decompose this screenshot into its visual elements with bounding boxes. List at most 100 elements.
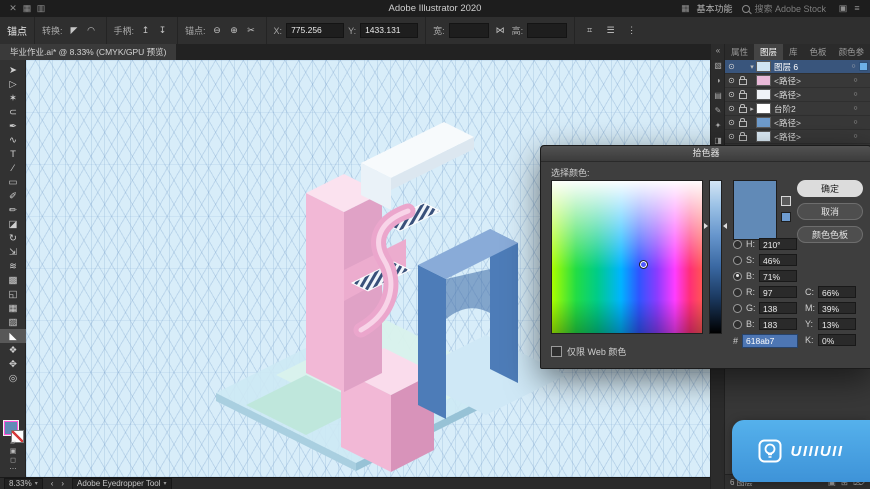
panel-tab-图层[interactable]: 图层: [754, 44, 784, 60]
arrange-icon[interactable]: ▣: [836, 3, 850, 14]
visibility-eye-icon[interactable]: ⊙: [725, 104, 738, 113]
slider-marker-right-icon[interactable]: [723, 223, 727, 229]
pencil-tool[interactable]: ✏: [0, 203, 26, 217]
draw-normal-icon[interactable]: ▱: [10, 438, 15, 446]
toolbar-more-icon[interactable]: ⋯: [10, 465, 17, 473]
width-tool[interactable]: ≋: [0, 259, 26, 273]
line-segment-tool[interactable]: ∕: [0, 161, 26, 175]
field-value-input[interactable]: 39%: [818, 302, 856, 314]
layer-row[interactable]: ⊙ <路径> ○: [725, 116, 870, 130]
layout-icon[interactable]: ▥: [34, 3, 48, 14]
lock-cell[interactable]: [738, 104, 748, 113]
ok-button[interactable]: 确定: [797, 180, 863, 197]
panel-tab-属性[interactable]: 属性: [725, 44, 754, 60]
visibility-eye-icon[interactable]: ⊙: [725, 118, 738, 127]
field-value-input[interactable]: 138: [759, 302, 797, 314]
prev-artboard-icon[interactable]: ‹: [51, 479, 54, 488]
panel-tab-库[interactable]: 库: [783, 44, 804, 60]
color-spectrum-field[interactable]: [551, 180, 703, 334]
target-circle-icon[interactable]: ○: [851, 77, 860, 84]
spectrum-marker[interactable]: [639, 260, 648, 270]
lock-cell[interactable]: [738, 76, 748, 85]
target-circle-icon[interactable]: ○: [849, 63, 858, 70]
convert-to-corner-icon[interactable]: ◤: [67, 23, 82, 38]
draw-inside-icon[interactable]: ◻: [10, 456, 16, 464]
field-value-input[interactable]: 71%: [759, 270, 797, 282]
cancel-button[interactable]: 取消: [797, 203, 863, 220]
lock-cell[interactable]: [738, 118, 748, 127]
blend-tool[interactable]: ❖: [0, 343, 26, 357]
grid-icon[interactable]: ▦: [20, 3, 34, 14]
radio-R[interactable]: [733, 287, 742, 297]
layer-row[interactable]: ⊙ <路径> ○: [725, 74, 870, 88]
disclosure-icon[interactable]: ▾: [748, 63, 756, 71]
target-circle-icon[interactable]: ○: [851, 133, 860, 140]
field-value-input[interactable]: 13%: [818, 318, 856, 330]
document-tab[interactable]: 毕业作业.ai* @ 8.33% (CMYK/GPU 预览): [0, 44, 177, 60]
workspace-switcher[interactable]: ▦ 基本功能: [678, 2, 732, 15]
y-input[interactable]: 1433.131: [360, 23, 419, 38]
hide-handles-icon[interactable]: ↧: [155, 23, 170, 38]
magic-wand-tool[interactable]: ✶: [0, 91, 26, 105]
radio-B[interactable]: [733, 271, 742, 281]
radio-G[interactable]: [733, 303, 742, 313]
snap-grid-icon[interactable]: ⌗: [582, 23, 597, 38]
color-swatches-button[interactable]: 颜色色板: [797, 226, 863, 243]
zoom-selector[interactable]: 8.33% ▾: [4, 477, 43, 489]
remove-anchor-icon[interactable]: ⊖: [210, 23, 225, 38]
zoom-tool[interactable]: ◎: [0, 371, 26, 385]
layer-row[interactable]: ⊙ ▾ 图层 6 ○: [725, 60, 870, 74]
eraser-tool[interactable]: ◪: [0, 217, 26, 231]
scale-tool[interactable]: ⇲: [0, 245, 26, 259]
type-tool[interactable]: T: [0, 147, 26, 161]
field-value-input[interactable]: 97: [759, 286, 797, 298]
slider-marker-left-icon[interactable]: [704, 223, 708, 229]
x-input[interactable]: 775.256: [286, 23, 345, 38]
dialog-title-bar[interactable]: 拾色器: [541, 146, 870, 162]
target-circle-icon[interactable]: ○: [851, 91, 860, 98]
options-icon[interactable]: ☰: [603, 23, 618, 38]
stock-search[interactable]: 搜索 Adobe Stock: [742, 2, 826, 15]
closest-web-color-swatch[interactable]: [781, 212, 791, 222]
radio-B[interactable]: [733, 319, 742, 329]
visibility-eye-icon[interactable]: ⊙: [725, 62, 738, 71]
layer-row[interactable]: ⊙ ▸ 台阶2 ○: [725, 102, 870, 116]
status-tool-selector[interactable]: Adobe Eyedropper Tool ▾: [72, 477, 172, 489]
cut-path-icon[interactable]: ✂: [244, 23, 259, 38]
more-options-icon[interactable]: ⋮: [624, 23, 639, 38]
hex-input[interactable]: 618ab7: [742, 334, 799, 348]
target-circle-icon[interactable]: ○: [851, 105, 860, 112]
disclosure-icon[interactable]: ▸: [748, 105, 756, 113]
height-input[interactable]: [527, 23, 568, 38]
curvature-tool[interactable]: ∿: [0, 133, 26, 147]
paintbrush-tool[interactable]: ✐: [0, 189, 26, 203]
isometric-artwork[interactable]: [156, 75, 596, 475]
field-value-input[interactable]: 66%: [818, 286, 856, 298]
next-artboard-icon[interactable]: ›: [61, 479, 64, 488]
lock-cell[interactable]: [738, 132, 748, 141]
panel-tab-颜色参[interactable]: 颜色参: [833, 44, 870, 60]
visibility-eye-icon[interactable]: ⊙: [725, 76, 738, 85]
out-of-web-cube-icon[interactable]: [781, 196, 791, 206]
target-circle-icon[interactable]: ○: [851, 119, 860, 126]
rectangle-tool[interactable]: ▭: [0, 175, 26, 189]
pen-tool[interactable]: ✒: [0, 119, 26, 133]
field-value-input[interactable]: 46%: [759, 254, 797, 266]
web-colors-checkbox[interactable]: [551, 346, 562, 357]
width-input[interactable]: [448, 23, 489, 38]
menu-icon[interactable]: ≡: [850, 3, 864, 14]
convert-to-smooth-icon[interactable]: ◠: [84, 23, 99, 38]
selection-tool[interactable]: ➤: [0, 63, 26, 77]
radio-H[interactable]: [733, 239, 742, 249]
rotate-tool[interactable]: ↻: [0, 231, 26, 245]
free-transform-tool[interactable]: ▩: [0, 273, 26, 287]
mesh-tool[interactable]: ▦: [0, 301, 26, 315]
lock-cell[interactable]: [738, 90, 748, 99]
field-value-input[interactable]: 0%: [818, 334, 856, 346]
link-dimensions-icon[interactable]: ⋈: [493, 23, 508, 38]
add-anchor-icon[interactable]: ⊕: [227, 23, 242, 38]
panel-tab-色板[interactable]: 色板: [804, 44, 833, 60]
visibility-eye-icon[interactable]: ⊙: [725, 90, 738, 99]
hand-tool[interactable]: ✥: [0, 357, 26, 371]
lasso-tool[interactable]: ⊂: [0, 105, 26, 119]
